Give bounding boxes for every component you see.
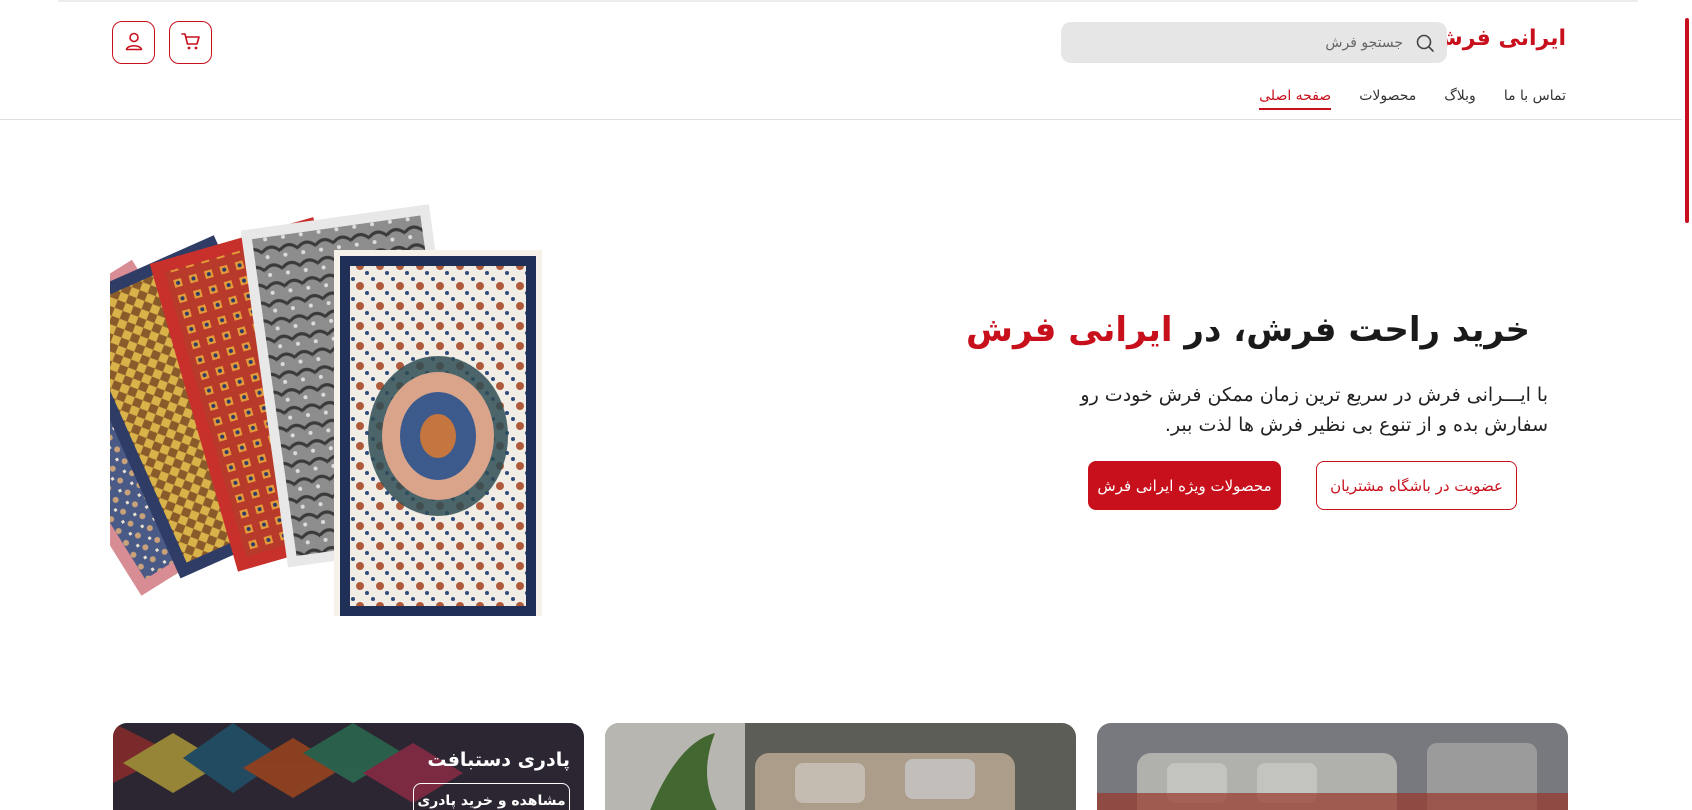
hero-title: خرید راحت فرش، در ایرانی فرش <box>966 310 1530 350</box>
scrollbar[interactable] <box>1682 0 1692 810</box>
main-nav: صفحه اصلی محصولات وبلاگ تماس با ما <box>1259 88 1566 110</box>
page: ایرانی فرش جستجو فرش صفحه اصلی محصولات و… <box>0 0 1692 810</box>
featured-products-button[interactable]: محصولات ویژه ایرانی فرش <box>1088 461 1281 510</box>
category-card-rooms[interactable] <box>1097 723 1568 810</box>
hero-subtitle: با ایـــرانی فرش در سریع ترین زمان ممکن … <box>1080 384 1548 436</box>
cart-button[interactable] <box>169 21 212 64</box>
header: ایرانی فرش جستجو فرش صفحه اصلی محصولات و… <box>0 0 1692 120</box>
nav-item-blog[interactable]: وبلاگ <box>1444 88 1476 110</box>
cart-icon <box>180 30 202 56</box>
search-icon[interactable] <box>1415 33 1435 53</box>
user-icon <box>123 30 145 56</box>
category-card-doormat[interactable]: پادری دستبافت مشاهده و خرید پادری <box>113 723 584 810</box>
nav-item-home[interactable]: صفحه اصلی <box>1259 88 1332 110</box>
search-input[interactable] <box>1105 33 1405 52</box>
living-room-image <box>605 723 1076 810</box>
user-button[interactable] <box>112 21 155 64</box>
hero-title-accent: ایرانی فرش <box>966 310 1173 350</box>
scrollbar-thumb[interactable] <box>1685 18 1689 223</box>
club-membership-button[interactable]: عضویت در باشگاه مشتریان <box>1316 461 1517 510</box>
search-bar[interactable] <box>1061 22 1447 63</box>
room-image <box>1097 723 1568 810</box>
rugs-illustration <box>0 196 590 622</box>
logo[interactable]: ایرانی فرش <box>1432 26 1566 51</box>
hero-title-text: خرید راحت فرش، در <box>1172 310 1530 350</box>
nav-item-contact[interactable]: تماس با ما <box>1504 88 1566 110</box>
nav-item-products[interactable]: محصولات <box>1359 88 1416 110</box>
card-title: پادری دستبافت <box>427 749 570 771</box>
category-card-living-room[interactable] <box>605 723 1076 810</box>
card-button[interactable]: مشاهده و خرید پادری <box>413 783 570 810</box>
